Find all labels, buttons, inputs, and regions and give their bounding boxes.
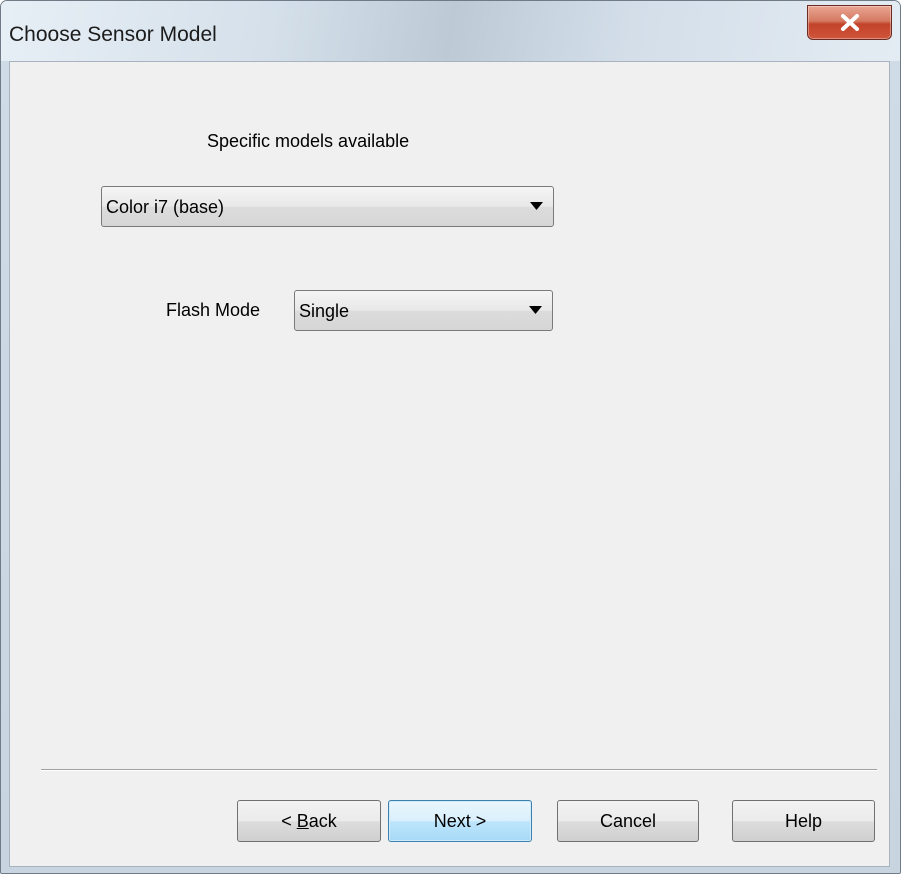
close-button[interactable] — [807, 5, 892, 40]
back-button[interactable]: < Back — [237, 800, 381, 842]
title-bar[interactable]: Choose Sensor Model — [1, 1, 900, 61]
window-title: Choose Sensor Model — [9, 23, 217, 46]
chevron-down-icon — [529, 306, 542, 314]
back-button-rest: ack — [308, 810, 337, 831]
help-button[interactable]: Help — [732, 800, 875, 842]
chevron-down-icon — [530, 202, 543, 210]
separator-line — [41, 769, 877, 771]
model-select-value: Color i7 (base) — [106, 197, 225, 217]
models-label: Specific models available — [207, 131, 410, 151]
close-icon — [841, 14, 859, 31]
back-button-mnemonic: B — [296, 810, 309, 831]
flash-mode-select-value: Single — [299, 301, 350, 321]
back-button-prefix: < — [281, 810, 297, 831]
dialog-window: Choose Sensor Model Specific models avai… — [0, 0, 901, 874]
next-button[interactable]: Next > — [388, 800, 532, 842]
cancel-button[interactable]: Cancel — [557, 800, 699, 842]
flash-mode-label: Flash Mode — [166, 300, 261, 320]
model-select[interactable]: Color i7 (base) — [101, 186, 554, 227]
flash-mode-select[interactable]: Single — [294, 290, 553, 331]
dialog-body: Specific models available Color i7 (base… — [9, 61, 890, 867]
